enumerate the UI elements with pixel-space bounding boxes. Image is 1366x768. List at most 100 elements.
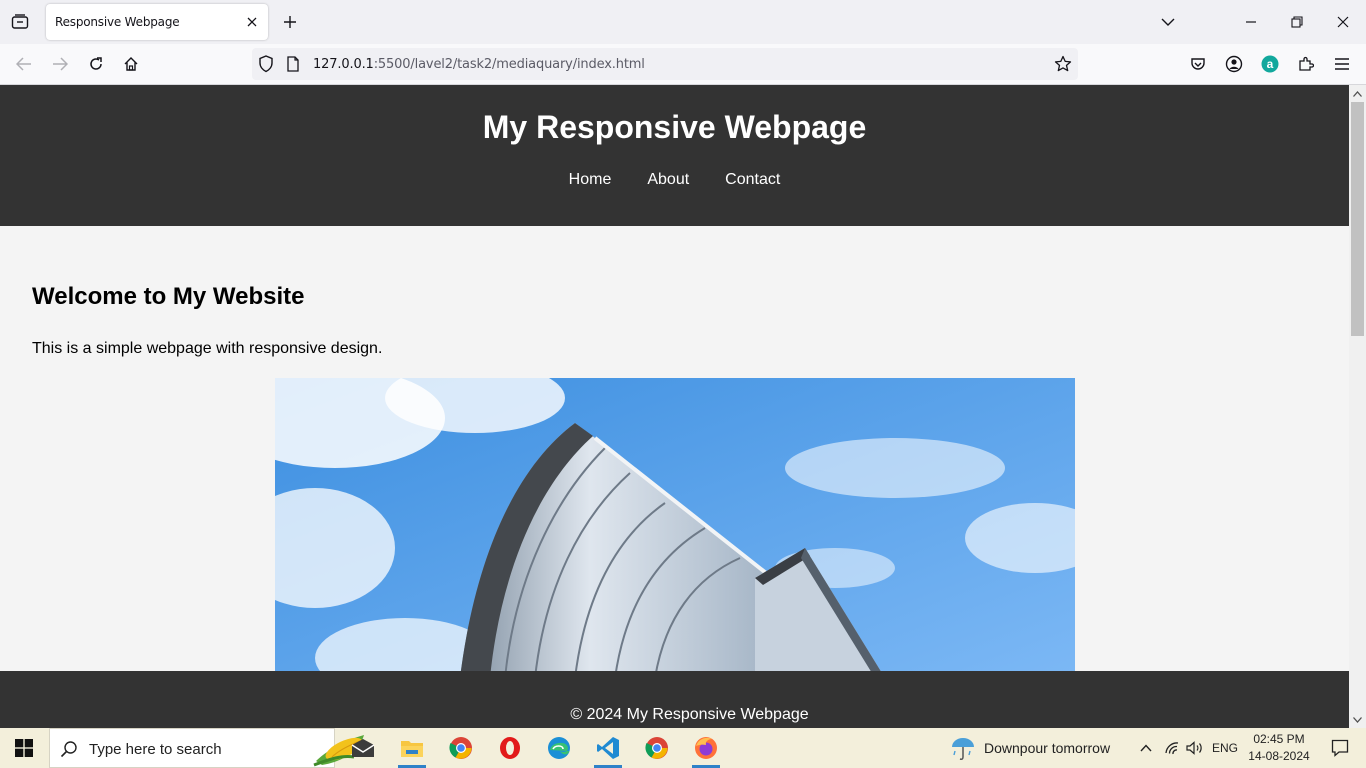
shield-icon: [259, 55, 273, 73]
taskbar-opera[interactable]: [486, 728, 534, 768]
speaker-icon: [1186, 741, 1202, 755]
notifications-button[interactable]: [1320, 728, 1360, 768]
clock-date: 14-08-2024: [1248, 749, 1310, 763]
close-icon: [1337, 16, 1349, 28]
browser-tab[interactable]: Responsive Webpage: [46, 4, 268, 40]
tab-title: Responsive Webpage: [55, 15, 180, 29]
plus-icon: [284, 16, 296, 28]
windows-logo-icon: [15, 739, 33, 757]
footer-copyright: © 2024 My Responsive Webpage: [570, 706, 809, 723]
taskbar-edge[interactable]: [535, 728, 583, 768]
bookmark-button[interactable]: [1054, 55, 1072, 78]
tab-list-icon: [11, 14, 29, 29]
restore-button[interactable]: [1285, 10, 1309, 34]
clock[interactable]: 02:45 PM 14-08-2024: [1246, 731, 1312, 765]
clock-time: 02:45 PM: [1253, 732, 1305, 746]
account-icon: [1225, 55, 1243, 73]
page-icon: [287, 56, 299, 72]
back-arrow-icon: [16, 57, 31, 71]
windows-taskbar: Type here to search Downpour tomorrow EN…: [0, 728, 1366, 768]
mail-icon: [351, 739, 375, 757]
file-explorer-icon: [401, 741, 423, 757]
chevron-up-icon: [1140, 744, 1152, 752]
umbrella-rain-icon: [952, 738, 974, 760]
home-icon: [124, 57, 138, 71]
welcome-heading: Welcome to My Website: [32, 283, 305, 310]
start-button[interactable]: [0, 728, 48, 768]
wifi-icon: [1165, 742, 1179, 755]
tracking-protection-icon[interactable]: [258, 55, 274, 78]
chevron-down-icon: [1353, 716, 1362, 723]
back-button[interactable]: [12, 52, 36, 76]
close-icon: [247, 17, 257, 27]
forward-arrow-icon: [53, 57, 68, 71]
intro-paragraph: This is a simple webpage with responsive…: [32, 340, 383, 357]
nav-link-home[interactable]: Home: [569, 171, 612, 189]
page-info-icon[interactable]: [286, 56, 300, 77]
new-tab-button[interactable]: [280, 12, 300, 32]
tab-strip: Responsive Webpage: [0, 0, 1366, 44]
taskbar-chrome[interactable]: [437, 728, 485, 768]
site-footer: © 2024 My Responsive Webpage: [0, 671, 1349, 728]
reload-button[interactable]: [84, 52, 108, 76]
navigation-toolbar: 127.0.0.1:5500/lavel2/task2/mediaquary/i…: [0, 44, 1366, 85]
taskbar-vscode[interactable]: [584, 728, 632, 768]
restore-icon: [1291, 16, 1303, 28]
nav-link-contact[interactable]: Contact: [725, 171, 780, 189]
extension-a-icon: a: [1261, 55, 1279, 73]
url-path: :5500/lavel2/task2/mediaquary/index.html: [373, 57, 645, 72]
page-viewport: My Responsive Webpage Home About Contact…: [0, 85, 1349, 728]
minimize-button[interactable]: [1239, 10, 1263, 34]
chevron-up-icon: [1353, 90, 1362, 97]
hero-image: [275, 378, 1075, 678]
home-button[interactable]: [119, 52, 143, 76]
nav-link-about[interactable]: About: [647, 171, 689, 189]
minimize-icon: [1246, 21, 1256, 23]
list-all-tabs-button[interactable]: [1156, 10, 1180, 34]
svg-text:a: a: [1267, 57, 1274, 71]
url-text[interactable]: 127.0.0.1:5500/lavel2/task2/mediaquary/i…: [313, 57, 645, 72]
close-window-button[interactable]: [1331, 10, 1355, 34]
taskbar-search-box[interactable]: Type here to search: [49, 728, 364, 768]
firefox-icon: [695, 737, 717, 759]
tab-close-button[interactable]: [244, 14, 260, 30]
forward-button[interactable]: [48, 52, 72, 76]
site-title: My Responsive Webpage: [482, 109, 867, 145]
pocket-icon: [1191, 58, 1205, 70]
scroll-down-button[interactable]: [1349, 711, 1366, 728]
network-button[interactable]: [1162, 728, 1182, 768]
scroll-up-button[interactable]: [1349, 85, 1366, 102]
search-icon: [60, 740, 78, 763]
weather-widget[interactable]: Downpour tomorrow: [950, 728, 1110, 768]
menu-button[interactable]: [1330, 52, 1354, 76]
site-nav: Home About Contact: [0, 171, 1349, 189]
hamburger-menu-icon: [1335, 58, 1349, 70]
language-indicator[interactable]: ENG: [1212, 741, 1238, 755]
taskbar-chrome-2[interactable]: [633, 728, 681, 768]
office-building-photo: [275, 378, 1075, 678]
puzzle-icon: [1299, 56, 1314, 71]
vertical-scrollbar[interactable]: [1349, 85, 1366, 728]
chevron-down-icon: [1161, 18, 1175, 26]
taskbar-firefox[interactable]: [682, 728, 730, 768]
volume-button[interactable]: [1184, 728, 1206, 768]
site-header: My Responsive Webpage Home About Contact: [0, 85, 1349, 226]
show-hidden-icons-button[interactable]: [1136, 728, 1156, 768]
pocket-button[interactable]: [1186, 52, 1210, 76]
url-bar[interactable]: 127.0.0.1:5500/lavel2/task2/mediaquary/i…: [252, 48, 1078, 80]
taskbar-mail[interactable]: [339, 728, 387, 768]
extensions-button[interactable]: [1294, 52, 1318, 76]
notification-icon: [1331, 739, 1349, 757]
weather-text: Downpour tomorrow: [984, 740, 1111, 756]
opera-icon: [500, 737, 520, 759]
scrollbar-thumb[interactable]: [1351, 102, 1364, 336]
account-button[interactable]: [1222, 52, 1246, 76]
tab-list-button[interactable]: [8, 10, 32, 34]
chrome-icon: [449, 737, 472, 759]
taskbar-file-explorer[interactable]: [388, 728, 436, 768]
search-placeholder: Type here to search: [89, 741, 222, 758]
chrome-icon: [645, 737, 668, 759]
extension-a-button[interactable]: a: [1258, 52, 1282, 76]
edge-icon: [548, 737, 570, 759]
url-host: 127.0.0.1: [313, 57, 374, 72]
